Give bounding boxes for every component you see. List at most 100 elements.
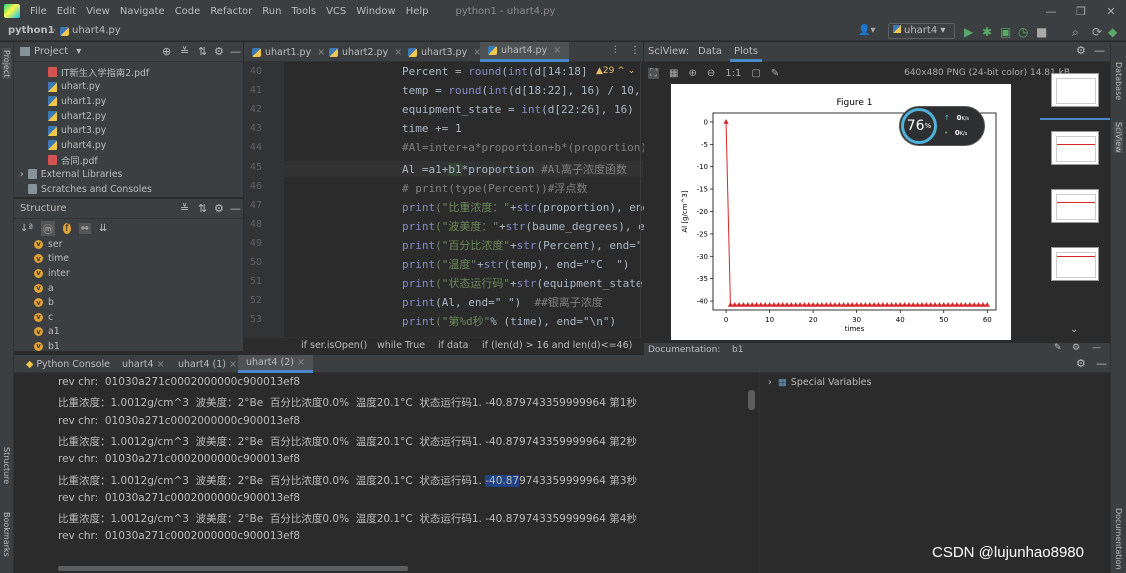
code-line[interactable]: Percent = round(int(d[14:18] bbox=[402, 65, 587, 78]
expand-icon[interactable]: ⇅ bbox=[198, 45, 207, 58]
debug-icon[interactable]: ✱ bbox=[982, 25, 992, 39]
hide-icon[interactable]: — bbox=[1092, 343, 1101, 353]
gear-icon[interactable]: ⚙ bbox=[1076, 357, 1086, 370]
structure-item[interactable]: va bbox=[34, 281, 243, 296]
tab-uhart3[interactable]: uhart3.py × bbox=[400, 42, 481, 62]
code-line[interactable]: equipment_state = int(d[22:26], 16) bbox=[402, 103, 634, 116]
update-icon[interactable]: ⟳ bbox=[1092, 25, 1102, 39]
profile-icon[interactable]: ◷ bbox=[1018, 25, 1028, 39]
structure-item[interactable]: v a1 bbox=[34, 325, 243, 340]
plot-thumbnail[interactable] bbox=[1051, 131, 1099, 165]
gear-icon[interactable]: ⚙ bbox=[1072, 343, 1080, 353]
actual-size-icon[interactable]: 1:1 bbox=[725, 68, 741, 79]
structure-item[interactable]: v inter bbox=[34, 266, 243, 281]
plot-thumbnail[interactable] bbox=[1051, 189, 1099, 223]
close-icon[interactable]: × bbox=[297, 357, 305, 368]
menu-view[interactable]: View bbox=[81, 6, 115, 17]
tree-file[interactable]: uhart2.py bbox=[48, 109, 243, 124]
tab-uhart4[interactable]: uhart4 × bbox=[114, 355, 173, 373]
tab-plots[interactable]: Plots bbox=[730, 42, 763, 62]
grid-icon[interactable]: ▦ bbox=[669, 68, 678, 79]
crumb-item[interactable]: if ser.isOpen() bbox=[301, 340, 367, 351]
tree-scratches[interactable]: Scratches and Consoles bbox=[20, 182, 243, 197]
minimize-icon[interactable]: — bbox=[1036, 0, 1066, 22]
project-crumb[interactable]: python1 bbox=[8, 25, 55, 36]
menu-window[interactable]: Window bbox=[351, 6, 400, 17]
more-icon[interactable]: ⋮ bbox=[630, 45, 640, 56]
tab-uhart4-2[interactable]: uhart4 (2) × bbox=[238, 355, 314, 373]
restore-icon[interactable]: ❐ bbox=[1066, 0, 1096, 22]
search-icon[interactable]: ⌕ bbox=[1072, 25, 1079, 40]
menu-edit[interactable]: Edit bbox=[52, 6, 81, 17]
zoom-out-icon[interactable]: ⊖ bbox=[707, 68, 715, 79]
coverage-icon[interactable]: ▣ bbox=[1000, 25, 1011, 39]
user-icon[interactable]: 👤▾ bbox=[858, 25, 875, 36]
hide-icon[interactable]: — bbox=[1094, 44, 1105, 57]
stripe-project[interactable]: Project bbox=[2, 48, 11, 80]
gear-icon[interactable]: ⚙ bbox=[214, 202, 224, 215]
console-scrollbar[interactable] bbox=[748, 390, 755, 410]
layout-icon[interactable]: ▢ bbox=[751, 68, 760, 79]
structure-item[interactable]: vc bbox=[34, 310, 243, 325]
fit-icon[interactable]: ⛶ bbox=[648, 67, 659, 79]
tab-python-console[interactable]: ◆ Python Console bbox=[18, 355, 118, 373]
show-inherited-icon[interactable]: f bbox=[63, 222, 71, 234]
collapse-all-icon[interactable]: ≚ bbox=[180, 45, 189, 58]
warning-indicator[interactable]: ▲29 ^ ⌄ bbox=[596, 66, 635, 76]
tree-file[interactable]: IT新生入学指南2.pdf bbox=[48, 65, 243, 80]
menu-navigate[interactable]: Navigate bbox=[115, 6, 170, 17]
expand-icon[interactable]: ⇅ bbox=[198, 202, 207, 215]
code-line[interactable]: print("比重浓度："+str(proportion), end bbox=[402, 199, 649, 215]
gear-icon[interactable]: ⚙ bbox=[1076, 44, 1086, 57]
hide-icon[interactable]: — bbox=[230, 45, 241, 58]
tree-file[interactable]: uhart4.py bbox=[48, 138, 243, 153]
tree-file[interactable]: uhart3.py bbox=[48, 123, 243, 138]
tab-data[interactable]: Data bbox=[698, 46, 722, 57]
structure-item[interactable]: vb bbox=[34, 295, 243, 310]
code-line[interactable]: temp = round(int(d[18:22], 16) / 10, 1 bbox=[402, 84, 654, 97]
special-variables-row[interactable]: › ▦ Special Variables bbox=[768, 377, 871, 388]
crumb-item[interactable]: while True bbox=[377, 340, 425, 351]
horizontal-scrollbar[interactable] bbox=[58, 566, 408, 571]
tab-list-icon[interactable]: ⫶ bbox=[614, 45, 617, 56]
code-line[interactable]: print("第%d秒"% (time), end="\n") bbox=[402, 313, 616, 329]
structure-item[interactable]: v time bbox=[34, 252, 243, 267]
code-line[interactable]: print(Al, end=" ") ##银离子浓度 bbox=[402, 294, 603, 310]
code-line[interactable]: Al =a1+b1*proportion #Al离子浓度函数 bbox=[284, 160, 643, 177]
tree-file[interactable]: 合同.pdf bbox=[48, 153, 243, 168]
gear-icon[interactable]: ⚙ bbox=[214, 45, 224, 58]
stripe-bookmarks[interactable]: Bookmarks bbox=[2, 512, 11, 557]
crumb-item[interactable]: if (len(d) > 16 and len(d)<=46) bbox=[482, 340, 632, 351]
stripe-sciview[interactable]: SciView bbox=[1114, 122, 1123, 153]
code-line[interactable]: print("状态运行码"+str(equipment_state) bbox=[402, 275, 649, 291]
tree-external-libraries[interactable]: › External Libraries bbox=[20, 167, 243, 182]
tab-uhart2[interactable]: uhart2.py × bbox=[321, 42, 402, 62]
code-line[interactable]: print("温度"+str(temp), end="°C ") bbox=[402, 256, 629, 272]
plot-thumbnail[interactable] bbox=[1051, 247, 1099, 281]
tab-uhart1[interactable]: uhart1.py × bbox=[244, 42, 325, 62]
run-config-selector[interactable]: uhart4 ▾ bbox=[888, 23, 955, 39]
structure-item[interactable]: v ser bbox=[34, 237, 243, 252]
chevron-down-icon[interactable]: ⌄ bbox=[1070, 324, 1078, 335]
code-line[interactable]: print("波美度："+str(baume_degrees), e bbox=[402, 218, 645, 234]
code-line[interactable]: # print(type(Percent))#浮点数 bbox=[402, 180, 587, 196]
tree-file[interactable]: uhart.py bbox=[48, 80, 243, 95]
project-label[interactable]: Project bbox=[34, 46, 68, 57]
close-icon[interactable]: × bbox=[157, 359, 165, 370]
stripe-structure[interactable]: Structure bbox=[2, 447, 11, 484]
crumb-item[interactable]: if data bbox=[438, 340, 468, 351]
menu-help[interactable]: Help bbox=[401, 6, 434, 17]
tree-file[interactable]: uhart1.py bbox=[48, 94, 243, 109]
chevron-down-icon[interactable]: ▾ bbox=[76, 46, 81, 57]
stripe-documentation[interactable]: Documentation bbox=[1114, 508, 1123, 570]
code-line[interactable]: print("百分比浓度"+str(Percent), end=" bbox=[402, 237, 642, 253]
menu-tools[interactable]: Tools bbox=[286, 6, 321, 17]
target-icon[interactable]: ⊕ bbox=[162, 45, 171, 58]
edit-icon[interactable]: ✎ bbox=[1054, 343, 1062, 353]
hide-icon[interactable]: — bbox=[1096, 357, 1107, 370]
file-crumb[interactable]: uhart4.py bbox=[72, 25, 121, 36]
color-picker-icon[interactable]: ✎ bbox=[771, 68, 779, 79]
structure-item[interactable]: v b1 bbox=[34, 339, 243, 354]
close-icon[interactable]: × bbox=[553, 45, 561, 56]
menu-file[interactable]: File bbox=[25, 6, 52, 17]
